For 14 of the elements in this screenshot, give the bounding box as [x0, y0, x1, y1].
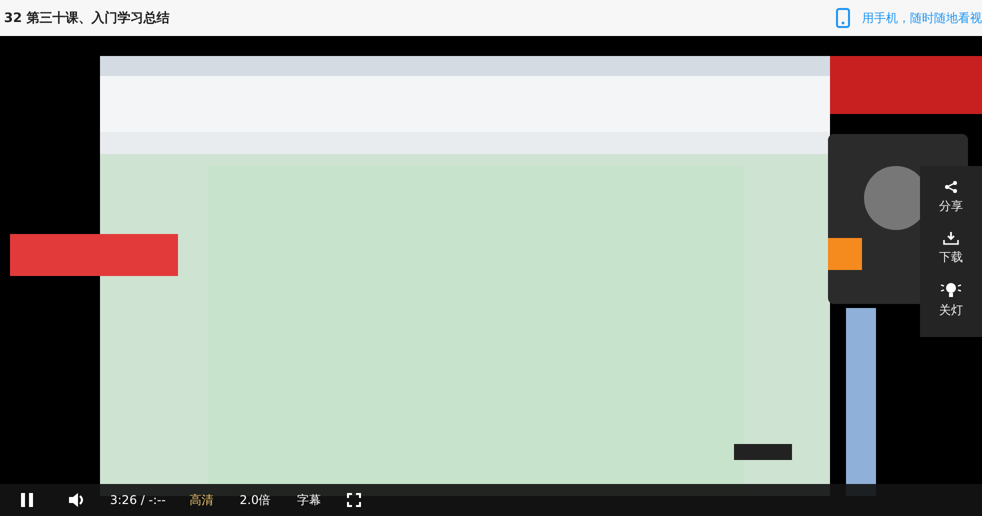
pause-button[interactable]: [18, 490, 36, 510]
lightbulb-icon: [940, 282, 962, 298]
fullscreen-button[interactable]: [344, 491, 363, 509]
download-icon: [943, 231, 959, 245]
phone-icon[interactable]: [836, 8, 850, 28]
subtitles-button[interactable]: 字幕: [294, 490, 323, 510]
quality-button[interactable]: 高清: [188, 490, 216, 510]
playback-time: 3:26 / -:--: [110, 493, 166, 507]
side-action-button[interactable]: 关灯: [920, 276, 982, 329]
side-action-button[interactable]: 分享: [920, 174, 982, 225]
lesson-title: 32 第三十课、入门学习总结: [4, 10, 170, 27]
side-action-button[interactable]: 下载: [920, 225, 982, 276]
share-icon: [944, 180, 958, 194]
speed-button[interactable]: 2.0倍: [238, 490, 273, 510]
